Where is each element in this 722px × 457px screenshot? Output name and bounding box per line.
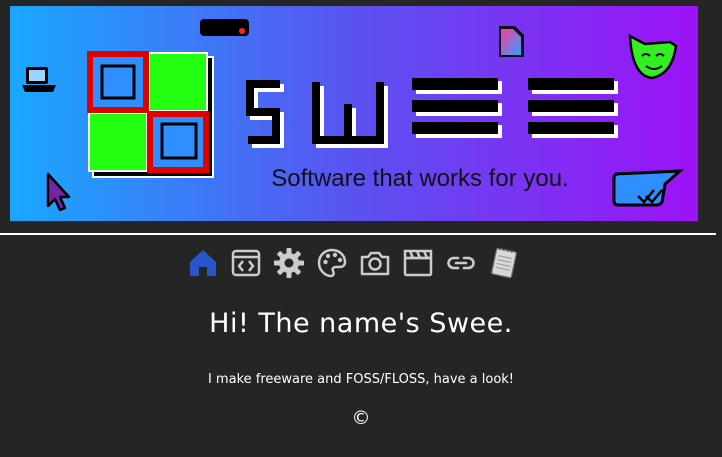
nav-design[interactable] [314,246,349,281]
link-icon [446,256,475,270]
home-icon [189,250,216,276]
nav-videos[interactable] [400,246,435,281]
main-nav [185,244,521,282]
page-title: Hi! The name's Swee. [209,308,513,339]
banner-tagline: Software that works for you. [271,165,568,192]
mask-icon [628,33,678,80]
camera-icon [360,251,389,276]
logo-mark [87,51,214,178]
notepad-icon [490,247,517,279]
device-icon [200,19,249,36]
cursor-icon [46,172,71,212]
nav-photos[interactable] [357,246,392,281]
banner-artwork: Software that works for you. [22,19,685,212]
nav-home[interactable] [185,246,220,281]
palette-icon [317,248,346,278]
laptop-icon [22,67,56,92]
header-divider [0,233,716,235]
chat-bubble-icon [612,169,685,207]
clapperboard-icon [403,249,432,277]
logo-wordmark [246,78,618,148]
header-banner: Software that works for you. [10,6,698,221]
file-icon [499,26,524,57]
nav-settings[interactable] [271,246,306,281]
code-window-icon [231,249,260,277]
nav-code[interactable] [228,246,263,281]
page-subtitle: I make freeware and FOSS/FLOSS, have a l… [207,372,515,387]
gear-icon [273,248,304,278]
nav-links[interactable] [443,246,478,281]
nav-notes[interactable] [486,246,521,281]
copyright-icon: © [351,407,371,429]
